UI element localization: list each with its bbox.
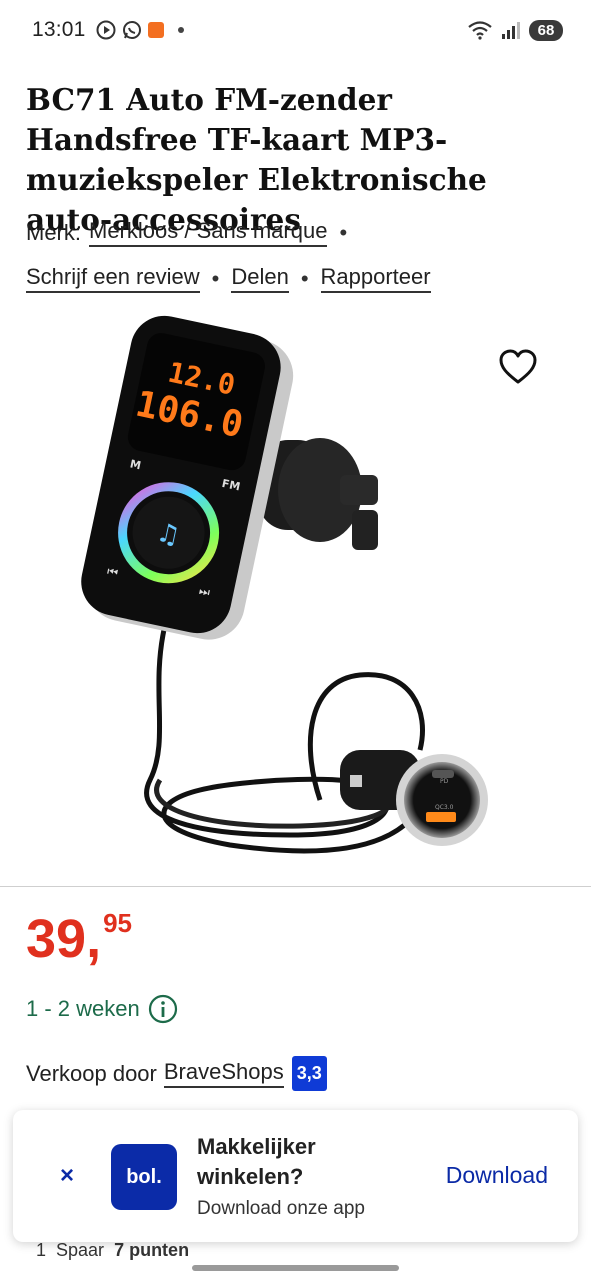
- seller-link[interactable]: BraveShops: [163, 1059, 284, 1088]
- notification-dot-icon: [177, 27, 184, 33]
- signal-icon: [502, 22, 520, 39]
- status-time: 13:01: [32, 18, 86, 41]
- brand-line: Merk: Merkloos / Sans marque •: [26, 218, 359, 247]
- info-icon[interactable]: [148, 994, 178, 1024]
- home-indicator[interactable]: [192, 1265, 399, 1271]
- battery-indicator: 68: [529, 19, 563, 41]
- price-main: 39,: [26, 909, 102, 969]
- wishlist-heart-icon[interactable]: [498, 348, 538, 388]
- status-right: 68: [467, 19, 563, 41]
- seller-prefix: Verkoop door: [26, 1060, 157, 1086]
- banner-subtitle: Download onze app: [197, 1198, 365, 1219]
- app-download-banner: × bol. Makkelijker winkelen? Download on…: [13, 1110, 578, 1242]
- download-app-button[interactable]: Download: [446, 1162, 548, 1189]
- seller-line: Verkoop door BraveShops 3,3: [26, 1056, 327, 1091]
- delivery-info: 1 - 2 weken: [26, 994, 178, 1024]
- play-circle-icon: [96, 20, 116, 40]
- separator-dot: •: [339, 219, 348, 245]
- separator-dot: •: [300, 265, 309, 291]
- product-title: BC71 Auto FM-zender Handsfree TF-kaart M…: [26, 82, 487, 237]
- plug-pd-label: PD: [440, 778, 449, 785]
- whatsapp-icon: [122, 21, 141, 39]
- points-badge: 1: [36, 1240, 47, 1260]
- app-badge-icon: [147, 22, 164, 38]
- points-peek: 1 Spaar 7 punten: [36, 1240, 189, 1260]
- status-icons-left: [96, 20, 184, 40]
- wifi-icon: [468, 21, 492, 40]
- bol-logo: bol.: [111, 1144, 177, 1210]
- delivery-time: 1 - 2 weken: [26, 996, 140, 1021]
- share-link[interactable]: Delen: [231, 264, 289, 293]
- section-divider: [0, 886, 591, 887]
- points-prefix: Spaar: [56, 1240, 105, 1260]
- price-cents: 95: [103, 908, 132, 938]
- price: 39, 95: [26, 908, 132, 970]
- report-link[interactable]: Rapporteer: [320, 264, 431, 293]
- action-links: Schrijf een review • Delen • Rapporteer: [26, 264, 431, 293]
- close-icon[interactable]: ×: [55, 1162, 79, 1190]
- separator-dot: •: [211, 265, 220, 291]
- banner-title: Makkelijker winkelen?: [197, 1134, 316, 1189]
- seller-rating-badge: 3,3: [291, 1056, 327, 1091]
- points-value: 7 punten: [114, 1240, 190, 1260]
- plug-usb-label: QC3.0: [435, 804, 454, 811]
- brand-prefix: Merk:: [26, 219, 81, 245]
- write-review-link[interactable]: Schrijf een review: [26, 264, 200, 293]
- product-image[interactable]: 12.0 106.0 ♫ M FM ⏮ ⏭ PD QC3.0: [0, 310, 591, 880]
- status-bar: 13:01 68: [0, 0, 591, 60]
- brand-link[interactable]: Merkloos / Sans marque: [89, 218, 328, 247]
